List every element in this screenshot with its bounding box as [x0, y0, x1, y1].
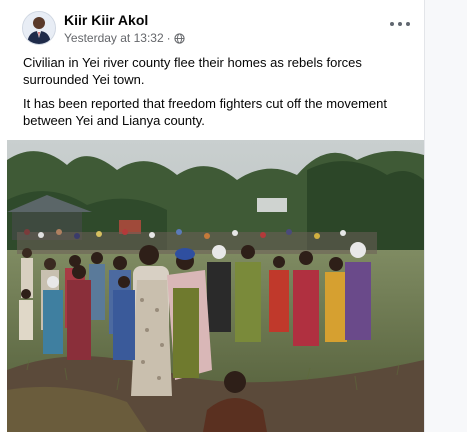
avatar-image	[23, 12, 55, 44]
post-timestamp[interactable]: Yesterday at 13:32	[64, 31, 164, 45]
post-meta: Yesterday at 13:32 ·	[64, 31, 185, 45]
post-paragraph-1: Civilian in Yei river county flee their …	[23, 55, 362, 87]
author-name[interactable]: Kiir Kiir Akol	[64, 12, 148, 28]
post-photo[interactable]	[7, 140, 424, 432]
page-background	[425, 0, 467, 432]
more-options-icon[interactable]	[390, 17, 410, 31]
crowd-walking-photo	[7, 140, 424, 432]
globe-icon[interactable]	[174, 32, 185, 44]
post-paragraph-2: It has been reported that freedom fighte…	[23, 96, 387, 128]
author-avatar[interactable]	[22, 11, 56, 45]
meta-separator: ·	[166, 31, 171, 45]
post-card: Kiir Kiir Akol Yesterday at 13:32 · Civi…	[7, 0, 425, 432]
